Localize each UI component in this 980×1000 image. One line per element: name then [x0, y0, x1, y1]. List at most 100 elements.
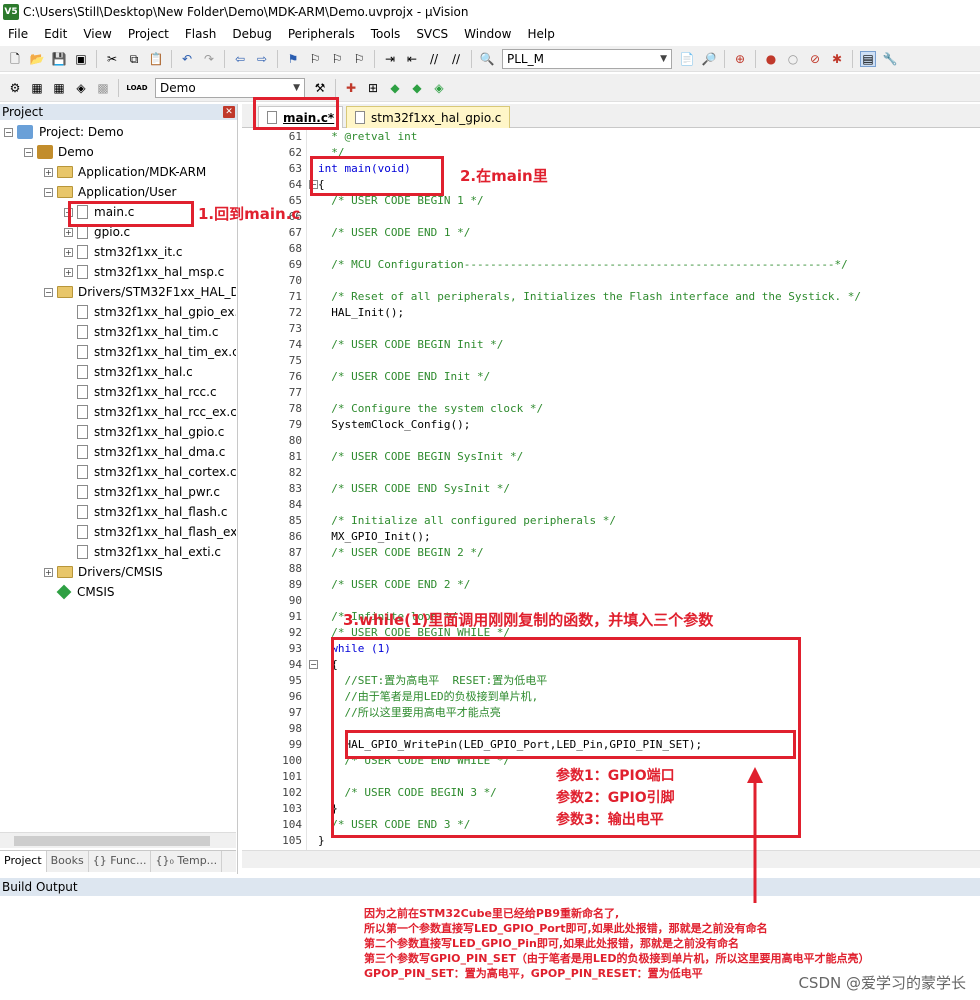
- editor-scrollbar[interactable]: [242, 850, 980, 868]
- code-line[interactable]: /* USER CODE BEGIN SysInit */: [318, 449, 523, 465]
- tree-item[interactable]: stm32f1xx_hal_gpio_ex.c: [64, 302, 236, 322]
- breakpoint-options-icon[interactable]: ✱: [829, 51, 845, 67]
- uncomment-icon[interactable]: ∕∕: [448, 51, 464, 67]
- comment-icon[interactable]: //: [426, 51, 442, 67]
- configure-icon[interactable]: 🔧: [882, 51, 898, 67]
- tab-hal-gpio-c[interactable]: stm32f1xx_hal_gpio.c: [346, 106, 511, 128]
- tree-item[interactable]: stm32f1xx_hal_pwr.c: [64, 482, 220, 502]
- code-line[interactable]: /* USER CODE END 1 */: [318, 225, 470, 241]
- tree-item[interactable]: stm32f1xx_hal_exti.c: [64, 542, 221, 562]
- collapse-icon[interactable]: −: [44, 187, 53, 197]
- code-line[interactable]: /* USER CODE BEGIN Init */: [318, 337, 503, 353]
- pack-installer-icon[interactable]: ◆: [387, 80, 403, 96]
- close-icon[interactable]: ✕: [223, 106, 235, 118]
- rebuild-icon[interactable]: ▦: [51, 80, 67, 96]
- menu-flash[interactable]: Flash: [177, 24, 224, 44]
- build-icon[interactable]: ▦: [29, 80, 45, 96]
- menu-project[interactable]: Project: [120, 24, 177, 44]
- redo-icon[interactable]: ↷: [201, 51, 217, 67]
- tab-books[interactable]: Books: [47, 851, 89, 872]
- disable-breakpoint-icon[interactable]: ○: [785, 51, 801, 67]
- tree-item[interactable]: stm32f1xx_hal_rcc_ex.c: [64, 402, 236, 422]
- menu-edit[interactable]: Edit: [36, 24, 75, 44]
- tree-item[interactable]: stm32f1xx_hal_tim.c: [64, 322, 218, 342]
- menu-debug[interactable]: Debug: [224, 24, 279, 44]
- insert-breakpoint-icon[interactable]: ●: [763, 51, 779, 67]
- target-select-combo[interactable]: Demo ▼: [155, 77, 305, 98]
- tree-item[interactable]: stm32f1xx_hal.c: [64, 362, 193, 382]
- nav-forward-icon[interactable]: ⇨: [254, 51, 270, 67]
- expand-icon[interactable]: +: [44, 167, 53, 177]
- code-line[interactable]: /* USER CODE END 2 */: [318, 577, 470, 593]
- tree-item[interactable]: + Drivers/CMSIS: [44, 562, 163, 582]
- stop-build-icon[interactable]: ▩: [95, 80, 111, 96]
- bookmark-icon[interactable]: ⚑: [285, 51, 301, 67]
- open-folder-icon[interactable]: 📂: [29, 51, 45, 67]
- clear-bookmarks-icon[interactable]: ⚐: [351, 51, 367, 67]
- tree-item[interactable]: − Project: Demo: [4, 122, 124, 142]
- find-in-files-icon[interactable]: 🔍: [479, 51, 495, 67]
- scrollbar-thumb[interactable]: [14, 836, 210, 846]
- fold-collapse-icon[interactable]: −: [309, 660, 318, 669]
- code-line[interactable]: HAL_Init();: [318, 305, 404, 321]
- debug-session-icon[interactable]: ⊕: [732, 51, 748, 67]
- code-line[interactable]: /* USER CODE BEGIN 2 */: [318, 545, 483, 561]
- tree-item[interactable]: stm32f1xx_hal_flash_ex.c: [64, 522, 236, 542]
- collapse-icon[interactable]: −: [24, 147, 33, 157]
- tree-item[interactable]: stm32f1xx_hal_flash.c: [64, 502, 227, 522]
- menu-peripherals[interactable]: Peripherals: [280, 24, 363, 44]
- manage-rte-icon[interactable]: ⊞: [365, 80, 381, 96]
- expand-icon[interactable]: +: [44, 567, 53, 577]
- download-load-icon[interactable]: LOAD: [126, 80, 148, 96]
- translate-icon[interactable]: ⚙: [7, 80, 23, 96]
- tab-functions[interactable]: {} Func...: [89, 851, 152, 872]
- menu-tools[interactable]: Tools: [363, 24, 409, 44]
- expand-icon[interactable]: +: [64, 247, 73, 257]
- menu-view[interactable]: View: [75, 24, 119, 44]
- tree-item[interactable]: − Demo: [24, 142, 94, 162]
- tree-item[interactable]: stm32f1xx_hal_gpio.c: [64, 422, 224, 442]
- unindent-icon[interactable]: ⇤: [404, 51, 420, 67]
- batch-build-icon[interactable]: ◈: [73, 80, 89, 96]
- tab-project[interactable]: Project: [0, 851, 47, 872]
- save-icon[interactable]: 💾: [51, 51, 67, 67]
- code-line[interactable]: /* MCU Configuration--------------------…: [318, 257, 848, 273]
- tab-templates[interactable]: {}₀ Temp...: [151, 851, 223, 872]
- target-options-icon[interactable]: ⚒: [312, 80, 328, 96]
- indent-icon[interactable]: ⇥: [382, 51, 398, 67]
- tree-item[interactable]: stm32f1xx_hal_dma.c: [64, 442, 225, 462]
- collapse-icon[interactable]: −: [44, 287, 53, 297]
- next-bookmark-icon[interactable]: ⚐: [329, 51, 345, 67]
- code-line[interactable]: MX_GPIO_Init();: [318, 529, 430, 545]
- expand-icon[interactable]: +: [64, 267, 73, 277]
- expand-icon[interactable]: +: [64, 227, 73, 237]
- code-line[interactable]: /* Reset of all peripherals, Initializes…: [318, 289, 861, 305]
- tree-item[interactable]: + stm32f1xx_it.c: [64, 242, 182, 262]
- code-line[interactable]: /* USER CODE END Init */: [318, 369, 490, 385]
- undo-icon[interactable]: ↶: [179, 51, 195, 67]
- copy-icon[interactable]: ⧉: [126, 51, 142, 67]
- nav-back-icon[interactable]: ⇦: [232, 51, 248, 67]
- menu-file[interactable]: File: [0, 24, 36, 44]
- menu-help[interactable]: Help: [519, 24, 562, 44]
- select-packs-icon[interactable]: ◆: [409, 80, 425, 96]
- project-tree-scrollbar[interactable]: [0, 832, 236, 848]
- menu-svcs[interactable]: SVCS: [408, 24, 456, 44]
- cut-icon[interactable]: ✂: [104, 51, 120, 67]
- code-line[interactable]: }: [318, 833, 325, 849]
- tree-item[interactable]: stm32f1xx_hal_rcc.c: [64, 382, 217, 402]
- new-file-icon[interactable]: 🗋: [7, 51, 23, 67]
- tree-item[interactable]: CMSIS: [44, 582, 115, 602]
- prev-bookmark-icon[interactable]: ⚐: [307, 51, 323, 67]
- tree-item[interactable]: − Application/User: [44, 182, 176, 202]
- tree-item[interactable]: + stm32f1xx_hal_msp.c: [64, 262, 224, 282]
- paste-icon[interactable]: 📋: [148, 51, 164, 67]
- code-line[interactable]: /* Configure the system clock */: [318, 401, 543, 417]
- menu-window[interactable]: Window: [456, 24, 519, 44]
- window-layout-icon[interactable]: ▤: [860, 50, 876, 67]
- manage-project-items-icon[interactable]: ✚: [343, 80, 359, 96]
- tree-item[interactable]: + Application/MDK-ARM: [44, 162, 206, 182]
- save-all-icon[interactable]: ▣: [73, 51, 89, 67]
- event-recorder-icon[interactable]: ◈: [431, 80, 447, 96]
- tree-item[interactable]: stm32f1xx_hal_tim_ex.c: [64, 342, 236, 362]
